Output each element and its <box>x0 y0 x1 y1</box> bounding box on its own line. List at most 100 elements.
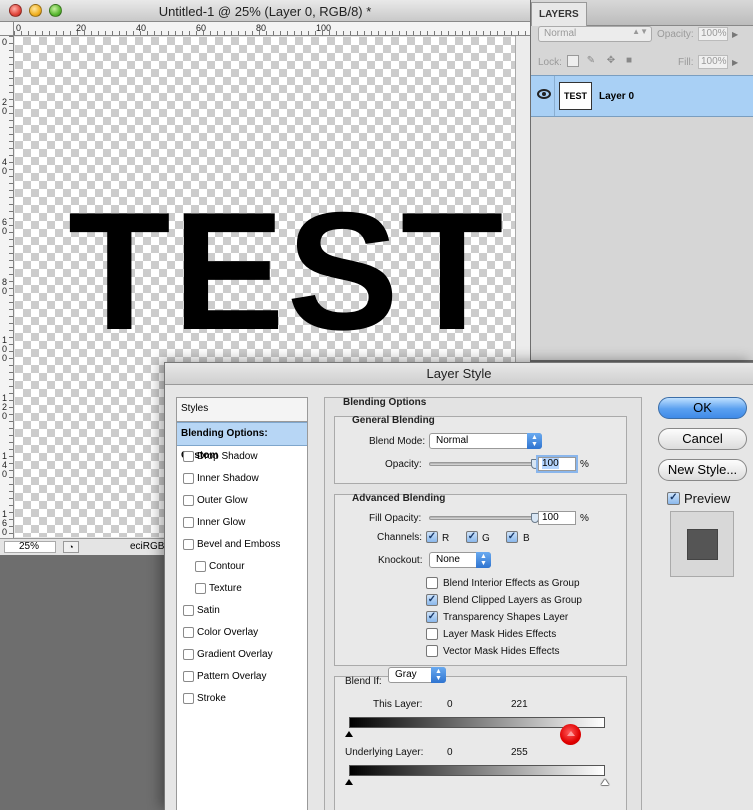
ruler-label: 60 <box>2 217 8 236</box>
style-item-bevel-emboss[interactable]: Bevel and Emboss <box>177 534 307 556</box>
blend-mode-select[interactable]: Normal ▲ ▼ <box>429 433 542 449</box>
horizontal-ruler[interactable]: 0 20 40 60 80 100 <box>14 22 530 36</box>
document-titlebar[interactable]: Untitled-1 @ 25% (Layer 0, RGB/8) * <box>0 0 530 22</box>
underlying-min-value: 0 <box>447 747 453 758</box>
blend-if-group: Blend If: Gray ▲ ▼ This Layer: 0 221 Unde… <box>334 667 627 810</box>
layer-thumbnail: TEST <box>559 82 592 110</box>
ok-button[interactable]: OK <box>658 397 747 419</box>
lock-transparent-pixels-icon[interactable] <box>567 55 579 67</box>
status-info-icon[interactable]: ◔ <box>63 541 79 553</box>
new-style-button[interactable]: New Style... <box>658 459 747 481</box>
style-item-label: Contour <box>209 561 245 572</box>
knockout-value: None <box>436 554 460 565</box>
channel-g-label: G <box>482 533 490 544</box>
fill-opacity-unit: % <box>580 513 589 524</box>
eye-icon <box>537 89 551 99</box>
style-item-gradient-overlay[interactable]: Gradient Overlay <box>177 644 307 666</box>
style-checkbox[interactable] <box>195 583 206 594</box>
opacity-input[interactable]: 100 <box>538 457 576 471</box>
layer-row[interactable]: TEST Layer 0 <box>531 75 753 117</box>
layer-fill-field[interactable]: 100% <box>698 55 728 69</box>
style-checkbox[interactable] <box>183 539 194 550</box>
underlying-layer-gradient-bar[interactable] <box>349 765 605 776</box>
style-checkbox[interactable] <box>183 473 194 484</box>
style-item-color-overlay[interactable]: Color Overlay <box>177 622 307 644</box>
this-layer-min-value: 0 <box>447 699 453 710</box>
ruler-label: 60 <box>196 23 207 33</box>
fill-opacity-slider[interactable] <box>429 516 535 520</box>
tab-layers[interactable]: LAYERS <box>531 2 587 26</box>
vector-mask-hides-checkbox[interactable] <box>426 645 438 657</box>
ruler-origin[interactable] <box>0 22 14 36</box>
canvas-text-layer: TEST <box>68 177 506 365</box>
style-item-stroke[interactable]: Stroke <box>177 688 307 710</box>
style-checkbox[interactable] <box>183 649 194 660</box>
vector-mask-hides-label: Vector Mask Hides Effects <box>443 646 560 657</box>
underlying-max-value: 255 <box>511 747 528 758</box>
blend-if-select[interactable]: Gray ▲ ▼ <box>388 667 446 683</box>
style-checkbox[interactable] <box>183 517 194 528</box>
style-item-blending-options[interactable]: Blending Options: Custom <box>177 422 307 461</box>
select-arrows-icon: ▲ ▼ <box>431 667 446 683</box>
fill-dropdown-arrow-icon[interactable]: ▶ <box>732 58 738 67</box>
blend-interior-checkbox[interactable] <box>426 577 438 589</box>
channel-g-checkbox[interactable]: ✓ <box>466 531 478 543</box>
fill-opacity-input[interactable]: 100 <box>538 511 576 525</box>
blend-clipped-checkbox[interactable]: ✓ <box>426 594 438 606</box>
style-item-drop-shadow[interactable]: Drop Shadow <box>177 446 307 468</box>
this-layer-white-marker-highlight[interactable] <box>560 724 582 745</box>
styles-header[interactable]: Styles <box>177 398 307 422</box>
layer-visibility-toggle[interactable] <box>533 76 555 116</box>
ruler-label: 80 <box>256 23 267 33</box>
style-checkbox[interactable] <box>183 495 194 506</box>
style-item-label: Texture <box>209 583 242 594</box>
channel-b-checkbox[interactable]: ✓ <box>506 531 518 543</box>
style-item-satin[interactable]: Satin <box>177 600 307 622</box>
layer-opacity-label: Opacity: <box>657 29 694 40</box>
zoom-level-field[interactable]: 25% <box>4 541 56 553</box>
style-checkbox[interactable] <box>183 605 194 616</box>
style-checkbox[interactable] <box>183 627 194 638</box>
underlying-white-marker[interactable] <box>601 779 609 785</box>
opacity-dropdown-arrow-icon[interactable]: ▶ <box>732 30 738 39</box>
knockout-select[interactable]: None ▲ ▼ <box>429 552 491 568</box>
layer-blend-mode-select[interactable]: Normal ▲▼ <box>538 26 652 42</box>
channels-label: Channels: <box>377 532 423 543</box>
preview-checkbox[interactable]: ✓ <box>667 492 680 505</box>
lock-all-icon[interactable]: ■ <box>623 55 635 67</box>
style-checkbox[interactable] <box>183 693 194 704</box>
styles-list: Styles Blending Options: Custom Drop Sha… <box>176 397 308 810</box>
underlying-black-marker[interactable] <box>345 779 353 785</box>
transparency-shapes-checkbox[interactable]: ✓ <box>426 611 438 623</box>
style-item-label: Drop Shadow <box>197 451 258 462</box>
style-checkbox[interactable] <box>183 451 194 462</box>
this-layer-black-marker[interactable] <box>345 731 353 737</box>
layer-opacity-field[interactable]: 100% <box>698 27 728 41</box>
advanced-blending-title: Advanced Blending <box>352 493 446 504</box>
select-arrows-icon: ▲ ▼ <box>527 433 542 449</box>
ruler-label: 80 <box>2 277 8 296</box>
style-item-inner-glow[interactable]: Inner Glow <box>177 512 307 534</box>
layer-mask-hides-label: Layer Mask Hides Effects <box>443 629 557 640</box>
style-checkbox[interactable] <box>195 561 206 572</box>
style-item-label: Satin <box>197 605 220 616</box>
layer-mask-hides-checkbox[interactable] <box>426 628 438 640</box>
style-item-pattern-overlay[interactable]: Pattern Overlay <box>177 666 307 688</box>
opacity-slider[interactable] <box>429 462 535 466</box>
style-item-contour[interactable]: Contour <box>177 556 307 578</box>
this-layer-max-value: 221 <box>511 699 528 710</box>
style-item-outer-glow[interactable]: Outer Glow <box>177 490 307 512</box>
style-item-label: Inner Glow <box>197 517 246 528</box>
style-checkbox[interactable] <box>183 671 194 682</box>
layer-name[interactable]: Layer 0 <box>599 91 634 102</box>
style-item-texture[interactable]: Texture <box>177 578 307 600</box>
style-item-inner-shadow[interactable]: Inner Shadow <box>177 468 307 490</box>
ruler-label: 120 <box>2 393 8 421</box>
blend-if-label: Blend If: <box>345 676 382 687</box>
blending-options-title: Blending Options <box>343 397 427 408</box>
lock-image-pixels-icon[interactable]: ✎ <box>585 55 597 67</box>
cancel-button[interactable]: Cancel <box>658 428 747 450</box>
channel-r-checkbox[interactable]: ✓ <box>426 531 438 543</box>
lock-position-icon[interactable]: ✥ <box>605 55 617 67</box>
vertical-ruler[interactable]: 0 20 40 60 80 100 120 140 160 <box>0 36 14 538</box>
